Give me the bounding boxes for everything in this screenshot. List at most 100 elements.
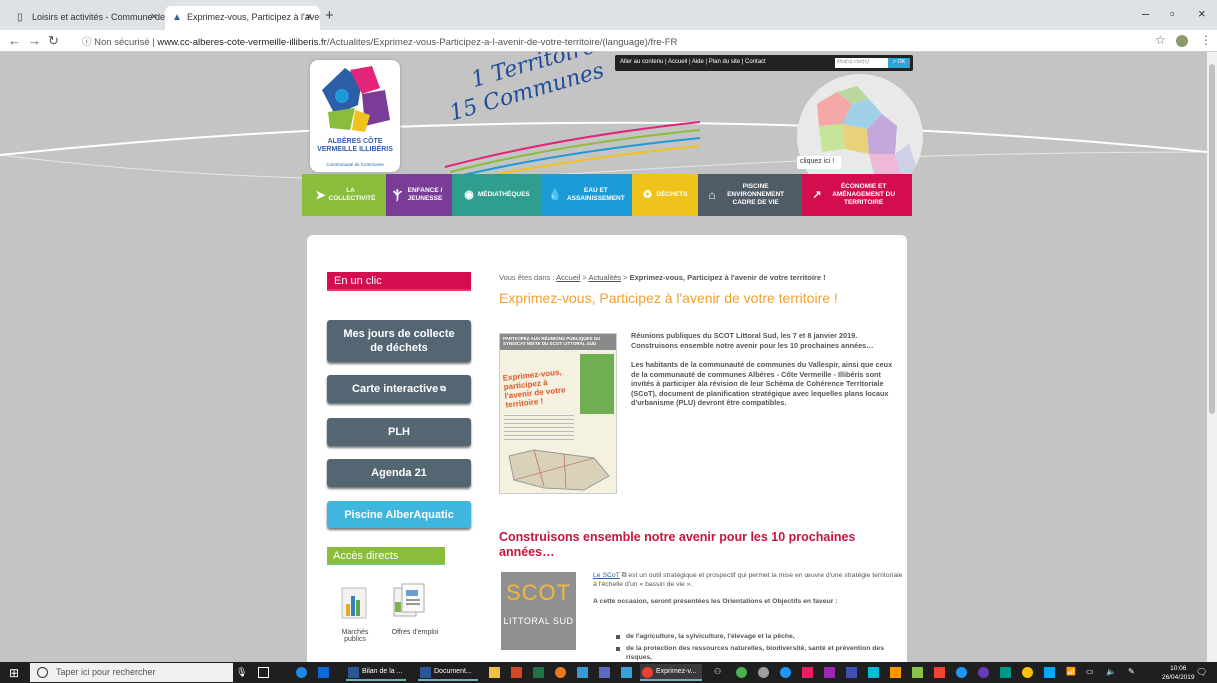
bar-chart-icon[interactable] bbox=[340, 584, 372, 620]
notifications-icon[interactable]: 🗨 bbox=[1196, 667, 1207, 678]
bookmark-star-icon[interactable]: ☆ bbox=[1155, 33, 1166, 47]
tray-icon-3[interactable] bbox=[780, 667, 791, 678]
menu-kebab-icon[interactable]: ⋮ bbox=[1200, 33, 1212, 47]
url-host: www.cc-alberes-cote-vermeille-illiberis.… bbox=[157, 37, 327, 48]
plh-button[interactable]: PLH bbox=[327, 418, 471, 446]
tray-icon-1[interactable] bbox=[736, 667, 747, 678]
menu-item-collectivite[interactable]: ➤ LA COLLECTIVITÉ bbox=[302, 174, 386, 216]
external-link-icon: ⧉ bbox=[440, 384, 446, 393]
menu-item-eau[interactable]: 💧 EAU ET ASSAINISSEMENT bbox=[542, 174, 632, 216]
browser-tab-strip: ▯ Loisirs et activités - Commune de × ▲ … bbox=[0, 0, 1217, 30]
minimize-icon[interactable]: – bbox=[1142, 6, 1149, 21]
collecte-dechets-button[interactable]: Mes jours de collecte de déchets bbox=[327, 320, 471, 362]
taskbar-app-bilan[interactable]: Bilan de la ... bbox=[346, 664, 406, 681]
tray-icon-11[interactable] bbox=[956, 667, 967, 678]
task-view-icon[interactable] bbox=[258, 667, 269, 678]
disc-icon: ◉ bbox=[464, 189, 474, 201]
page-scrollbar[interactable] bbox=[1207, 52, 1217, 662]
microphone-icon[interactable]: 🎙 bbox=[236, 667, 247, 678]
outlook-icon[interactable] bbox=[318, 667, 329, 678]
chrome-icon bbox=[642, 667, 653, 678]
pen-icon[interactable]: ✎ bbox=[1128, 667, 1139, 678]
mail-icon[interactable] bbox=[599, 667, 610, 678]
article-body: Le SCoT ⧉ est un outil stratégique et pr… bbox=[593, 571, 903, 606]
tray-icon-6[interactable] bbox=[846, 667, 857, 678]
piscine-alberaquatic-button[interactable]: Piscine AlberAquatic bbox=[327, 501, 471, 528]
volume-icon[interactable]: 🔈 bbox=[1106, 667, 1117, 678]
address-bar: ← → ↻ ⓘ Non sécurisé | www.cc-alberes-co… bbox=[0, 30, 1217, 52]
close-window-icon[interactable]: × bbox=[1198, 6, 1206, 21]
new-tab-button[interactable]: + bbox=[325, 7, 334, 24]
page-viewport: ALBÈRES CÔTE VERMEILLE ILLIBÉRIS Communa… bbox=[0, 52, 1207, 662]
scot-link[interactable]: Le SCoT bbox=[593, 572, 620, 579]
taskbar-app-document[interactable]: Document... bbox=[418, 664, 478, 681]
tray-icon-9[interactable] bbox=[912, 667, 923, 678]
menu-item-economie[interactable]: ↗ ÉCONOMIE ET AMÉNAGEMENT DU TERRITOIRE bbox=[802, 174, 912, 216]
network-icon[interactable]: 📶 bbox=[1066, 667, 1077, 678]
link-aide[interactable]: Aide bbox=[692, 59, 704, 65]
scot-description: est un outil stratégique et prospectif q… bbox=[593, 572, 903, 588]
tray-icon-8[interactable] bbox=[890, 667, 901, 678]
close-tab-icon[interactable]: × bbox=[151, 11, 157, 23]
menu-item-enfance[interactable]: Ⲯ ENFANCE / JEUNESSE bbox=[386, 174, 452, 216]
app-icon-blue[interactable] bbox=[577, 667, 588, 678]
taskbar-clock[interactable]: 10:06 26/04/2019 bbox=[1162, 664, 1195, 682]
link-accueil[interactable]: Accueil bbox=[668, 59, 687, 65]
map-cta-label[interactable]: cliquez ici ! bbox=[797, 156, 841, 169]
powerpoint-icon[interactable] bbox=[511, 667, 522, 678]
tray-icon-13[interactable] bbox=[1000, 667, 1011, 678]
forward-arrow-icon[interactable]: → bbox=[28, 33, 41, 48]
link-contact[interactable]: Contact bbox=[745, 59, 766, 65]
reload-icon[interactable]: ↻ bbox=[48, 33, 59, 49]
app-icon-orange[interactable] bbox=[555, 667, 566, 678]
menu-label: MÉDIATHÈQUES bbox=[477, 191, 530, 198]
menu-label: EAU ET ASSAINISSEMENT bbox=[566, 187, 625, 202]
poster-map-icon bbox=[508, 449, 610, 491]
documents-icon[interactable] bbox=[392, 582, 428, 622]
menu-label: DÉCHETS bbox=[656, 191, 688, 198]
browser-tab-exprimez[interactable]: ▲ Exprimez-vous, Participez à l'aven × bbox=[165, 6, 320, 30]
excel-icon[interactable] bbox=[533, 667, 544, 678]
page-icon: ▯ bbox=[17, 12, 23, 23]
edge-icon[interactable] bbox=[296, 667, 307, 678]
tray-icon-14[interactable] bbox=[1022, 667, 1033, 678]
clock-time: 10:06 bbox=[1170, 665, 1187, 672]
url-field[interactable]: ⓘ Non sécurisé | www.cc-alberes-cote-ver… bbox=[82, 34, 677, 48]
taskbar-search-input[interactable]: Taper ici pour rechercher bbox=[30, 663, 233, 682]
tray-icon-5[interactable] bbox=[824, 667, 835, 678]
tray-icon-10[interactable] bbox=[934, 667, 945, 678]
taskbar-app-chrome[interactable]: Exprimez-v... bbox=[640, 664, 702, 681]
menu-item-mediatheques[interactable]: ◉ MÉDIATHÈQUES bbox=[452, 174, 542, 216]
button-label: Agenda 21 bbox=[371, 467, 427, 479]
maximize-icon[interactable]: ▫ bbox=[1170, 6, 1175, 21]
breadcrumb-accueil-link[interactable]: Accueil bbox=[556, 273, 580, 282]
external-link-icon: ⧉ bbox=[621, 572, 627, 579]
link-plan-du-site[interactable]: Plan du site bbox=[709, 59, 740, 65]
tray-icon-2[interactable] bbox=[758, 667, 769, 678]
extension-icon[interactable] bbox=[1176, 35, 1188, 47]
tray-icon-15[interactable] bbox=[1044, 667, 1055, 678]
people-icon[interactable]: ⚇ bbox=[714, 667, 725, 678]
photos-icon[interactable] bbox=[621, 667, 632, 678]
store-icon[interactable] bbox=[489, 667, 500, 678]
menu-item-dechets[interactable]: ♻ DÉCHETS bbox=[632, 174, 698, 216]
offres-emploi-link[interactable]: Offres d'emploi bbox=[384, 629, 446, 636]
agenda-21-button[interactable]: Agenda 21 bbox=[327, 459, 471, 487]
breadcrumb-actualites-link[interactable]: Actualités bbox=[588, 273, 621, 282]
display-icon[interactable]: ▭ bbox=[1086, 667, 1097, 678]
tray-icon-4[interactable] bbox=[802, 667, 813, 678]
marches-publics-link[interactable]: Marchés publics bbox=[334, 629, 376, 643]
browser-tab-loisirs[interactable]: ▯ Loisirs et activités - Commune de × bbox=[10, 6, 165, 30]
scot-poster-image[interactable]: PARTICIPEZ AUX RÉUNIONS PUBLIQUES DU SYN… bbox=[499, 333, 617, 494]
button-label: PLH bbox=[388, 426, 410, 438]
tray-icon-7[interactable] bbox=[868, 667, 879, 678]
menu-item-piscine[interactable]: ⌂ PISCINE ENVIRONNEMENT CADRE DE VIE bbox=[698, 174, 802, 216]
search-ok-button[interactable]: > OK bbox=[888, 58, 910, 68]
link-aller-au-contenu[interactable]: Aller au contenu bbox=[620, 59, 663, 65]
tray-icon-12[interactable] bbox=[978, 667, 989, 678]
scrollbar-thumb[interactable] bbox=[1209, 64, 1215, 414]
carte-interactive-button[interactable]: Carte interactive ⧉ bbox=[327, 375, 471, 403]
windows-start-icon[interactable]: ⊞ bbox=[9, 666, 19, 680]
close-tab-icon[interactable]: × bbox=[306, 11, 312, 23]
back-arrow-icon[interactable]: ← bbox=[8, 33, 21, 48]
